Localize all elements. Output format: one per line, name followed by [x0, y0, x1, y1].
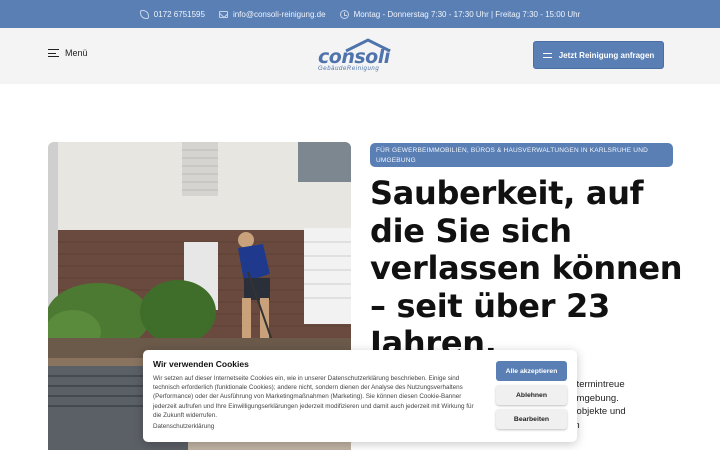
email-link[interactable]: info@consoli-reinigung.de: [218, 10, 326, 19]
cookie-title: Wir verwenden Cookies: [153, 359, 249, 369]
cookie-description: Wir setzen auf dieser Internetseite Cook…: [153, 375, 474, 419]
cookie-banner: Wir verwenden Cookies Wir setzen auf die…: [143, 350, 577, 442]
site-header: Menü consoli GebäudeReinigung Jetzt Rein…: [0, 28, 720, 84]
edit-settings-button[interactable]: Bearbeiten: [496, 409, 567, 429]
clock-icon: [339, 9, 349, 19]
page-title: Sauberkeit, auf die Sie sich verlassen k…: [370, 174, 690, 363]
headline-line: verlassen können: [370, 249, 683, 287]
request-cleaning-button[interactable]: Jetzt Reinigung anfragen: [533, 41, 664, 69]
logo-tagline: GebäudeReinigung: [318, 66, 380, 72]
phone-link[interactable]: 0172 6751595: [139, 9, 205, 19]
headline-line: die Sie sich: [370, 211, 572, 250]
opening-hours-text: Montag - Donnerstag 7:30 - 17:30 Uhr | F…: [353, 9, 581, 19]
menu-button[interactable]: Menü: [48, 48, 88, 58]
accept-all-button[interactable]: Alle akzeptieren: [496, 361, 567, 381]
arrows-icon: [542, 51, 553, 60]
logo-wordmark: consoli: [318, 46, 390, 68]
mail-icon: [218, 10, 228, 18]
menu-label: Menü: [65, 48, 88, 58]
phone-icon: [139, 9, 149, 19]
privacy-policy-link[interactable]: Datenschutzerklärung: [153, 423, 214, 430]
hamburger-icon: [48, 49, 59, 58]
request-cleaning-label: Jetzt Reinigung anfragen: [558, 50, 655, 60]
decline-button[interactable]: Ablehnen: [496, 385, 567, 405]
email-address[interactable]: info@consoli-reinigung.de: [233, 10, 326, 19]
headline-line: – seit über 23: [370, 286, 610, 325]
site-logo[interactable]: consoli GebäudeReinigung: [314, 38, 398, 76]
target-audience-tag: FÜR GEWERBEIMMOBILIEN, BÜROS & HAUSVERWA…: [370, 143, 673, 167]
phone-number[interactable]: 0172 6751595: [154, 10, 205, 19]
top-info-bar: 0172 6751595 info@consoli-reinigung.de M…: [0, 0, 720, 28]
opening-hours: Montag - Donnerstag 7:30 - 17:30 Uhr | F…: [339, 9, 581, 19]
headline-line: Sauberkeit, auf: [370, 174, 644, 212]
